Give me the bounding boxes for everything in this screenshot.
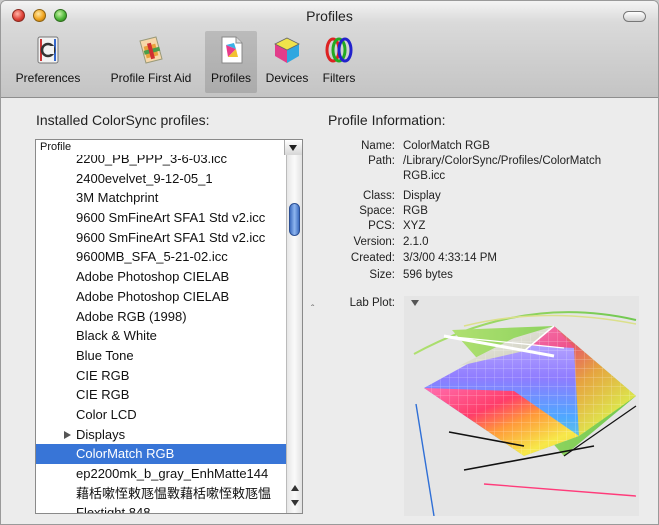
- devices-icon: [272, 35, 302, 65]
- profile-column-label: Profile: [40, 141, 72, 153]
- list-item-label: 2400evelvet_9-12-05_1: [76, 170, 213, 186]
- chevron-down-icon: [284, 140, 302, 155]
- list-item[interactable]: ColorMatch RGB: [36, 444, 286, 464]
- list-item-label: ep2200mk_b_gray_EnhMatte144: [76, 466, 269, 481]
- toolbar-devices-label: Devices: [265, 71, 309, 85]
- profiles-pane: Installed ColorSync profiles: Profile 22…: [1, 98, 658, 524]
- disclosure-triangle-icon[interactable]: [64, 430, 71, 439]
- list-item[interactable]: 藉栝嗽恎敕豗愠斁藉栝嗽恎敕豗愠: [36, 484, 286, 504]
- window-title: Profiles: [306, 8, 353, 24]
- list-item-label: Black & White: [76, 328, 157, 344]
- lab-plot-menu-icon[interactable]: [411, 300, 419, 306]
- list-item-label: Flextight 848: [76, 505, 151, 514]
- space-label: Space:: [359, 205, 395, 217]
- title-bar: Profiles Preferences Profile First Aid P…: [1, 1, 658, 98]
- list-item-label: Adobe RGB (1998): [76, 308, 187, 324]
- toolbar-profile-first-aid[interactable]: Profile First Aid: [103, 31, 199, 93]
- list-item[interactable]: CIE RGB: [36, 366, 286, 386]
- first-aid-icon: [136, 35, 166, 65]
- scroll-up-arrow-icon[interactable]: [287, 480, 302, 495]
- toolbar-preferences[interactable]: Preferences: [3, 31, 93, 93]
- list-item[interactable]: 2400evelvet_9-12-05_1: [36, 169, 286, 189]
- pcs-value: XYZ: [403, 220, 426, 232]
- list-item[interactable]: Adobe Photoshop CIELAB: [36, 267, 286, 287]
- profile-list[interactable]: 2200_PB_PPP_3-6-03.icc 2400evelvet_9-12-0…: [35, 155, 303, 514]
- profiles-window: Profiles Preferences Profile First Aid P…: [0, 0, 659, 525]
- scroll-down-arrow-icon[interactable]: [287, 496, 302, 511]
- name-value: ColorMatch RGB: [403, 140, 490, 152]
- installed-profiles-heading: Installed ColorSync profiles:: [36, 112, 210, 128]
- scrollbar-thumb[interactable]: [289, 203, 300, 236]
- preferences-icon: [33, 35, 63, 65]
- list-item-label: Blue Tone: [76, 347, 134, 363]
- list-item-label: Adobe Photoshop CIELAB: [76, 288, 230, 304]
- lab-plot-label: Lab Plot:: [349, 297, 395, 309]
- list-item[interactable]: 2200_PB_PPP_3-6-03.icc: [36, 155, 286, 169]
- space-value: RGB: [403, 205, 428, 217]
- toolbar-filters[interactable]: Filters: [317, 31, 361, 93]
- path-label: Path:: [368, 155, 395, 167]
- list-item-label: Displays: [76, 426, 126, 442]
- list-item[interactable]: ep2200mk_b_gray_EnhMatte144: [36, 464, 286, 484]
- size-value: 596 bytes: [403, 269, 453, 281]
- toolbar-profile-first-aid-label: Profile First Aid: [110, 71, 192, 85]
- list-item[interactable]: Displays: [36, 425, 286, 445]
- profiles-icon: [216, 35, 246, 65]
- path-value-line1: /Library/ColorSync/Profiles/ColorMatch: [403, 155, 602, 167]
- name-label: Name:: [361, 140, 395, 152]
- filters-icon: [324, 35, 354, 65]
- list-item-label: CIE RGB: [76, 367, 130, 383]
- toolbar-filters-label: Filters: [322, 71, 356, 85]
- profile-list-scrollbar[interactable]: [286, 155, 302, 513]
- class-value: Display: [403, 190, 441, 202]
- version-label: Version:: [353, 236, 395, 248]
- toolbar-profiles-label: Profiles: [210, 71, 251, 85]
- list-item-label: 9600 SmFineArt SFA1 Std v2.icc: [76, 210, 266, 226]
- path-value-line2: RGB.icc: [403, 170, 446, 182]
- list-item-label: 2200_PB_PPP_3-6-03.icc: [76, 155, 228, 166]
- pcs-label: PCS:: [368, 220, 395, 232]
- list-item[interactable]: Color LCD: [36, 405, 286, 425]
- list-item-label: ColorMatch RGB: [76, 446, 175, 462]
- created-value: 3/3/00 4:33:14 PM: [403, 252, 497, 264]
- list-item-label: Adobe Photoshop CIELAB: [76, 269, 230, 285]
- list-item-label: 3M Matchprint: [76, 190, 159, 206]
- list-item-label: 藉栝嗽恎敕豗愠斁藉栝嗽恎敕豗愠: [76, 485, 272, 501]
- toolbar-toggle-button[interactable]: [623, 11, 646, 22]
- toolbar-preferences-label: Preferences: [15, 71, 81, 85]
- list-item[interactable]: 9600 SmFineArt SFA1 Std v2.icc: [36, 208, 286, 228]
- list-item[interactable]: 3M Matchprint: [36, 188, 286, 208]
- list-item[interactable]: Adobe RGB (1998): [36, 307, 286, 327]
- size-label: Size:: [369, 269, 395, 281]
- list-item[interactable]: Black & White: [36, 326, 286, 346]
- list-item-label: 9600MB_SFA_5-21-02.icc: [76, 249, 228, 265]
- list-item[interactable]: 9600 SmFineArt SFA1 Std v2.icc: [36, 228, 286, 248]
- list-item[interactable]: CIE RGB: [36, 385, 286, 405]
- profile-column-popup[interactable]: Profile: [35, 139, 303, 156]
- list-item[interactable]: 9600MB_SFA_5-21-02.icc: [36, 247, 286, 267]
- list-item-label: Color LCD: [76, 406, 137, 422]
- list-item[interactable]: Blue Tone: [36, 346, 286, 366]
- lab-plot[interactable]: [404, 296, 639, 517]
- class-label: Class:: [363, 190, 395, 202]
- profile-information-heading: Profile Information:: [328, 112, 446, 128]
- created-label: Created:: [350, 252, 395, 264]
- list-item[interactable]: Flextight 848: [36, 503, 286, 514]
- version-value: 2.1.0: [403, 236, 429, 248]
- list-item-label: 9600 SmFineArt SFA1 Std v2.icc: [76, 229, 266, 245]
- list-item-label: CIE RGB: [76, 387, 130, 403]
- toolbar-profiles[interactable]: Profiles: [205, 31, 257, 93]
- toolbar-devices[interactable]: Devices: [260, 31, 314, 93]
- list-item[interactable]: Adobe Photoshop CIELAB: [36, 287, 286, 307]
